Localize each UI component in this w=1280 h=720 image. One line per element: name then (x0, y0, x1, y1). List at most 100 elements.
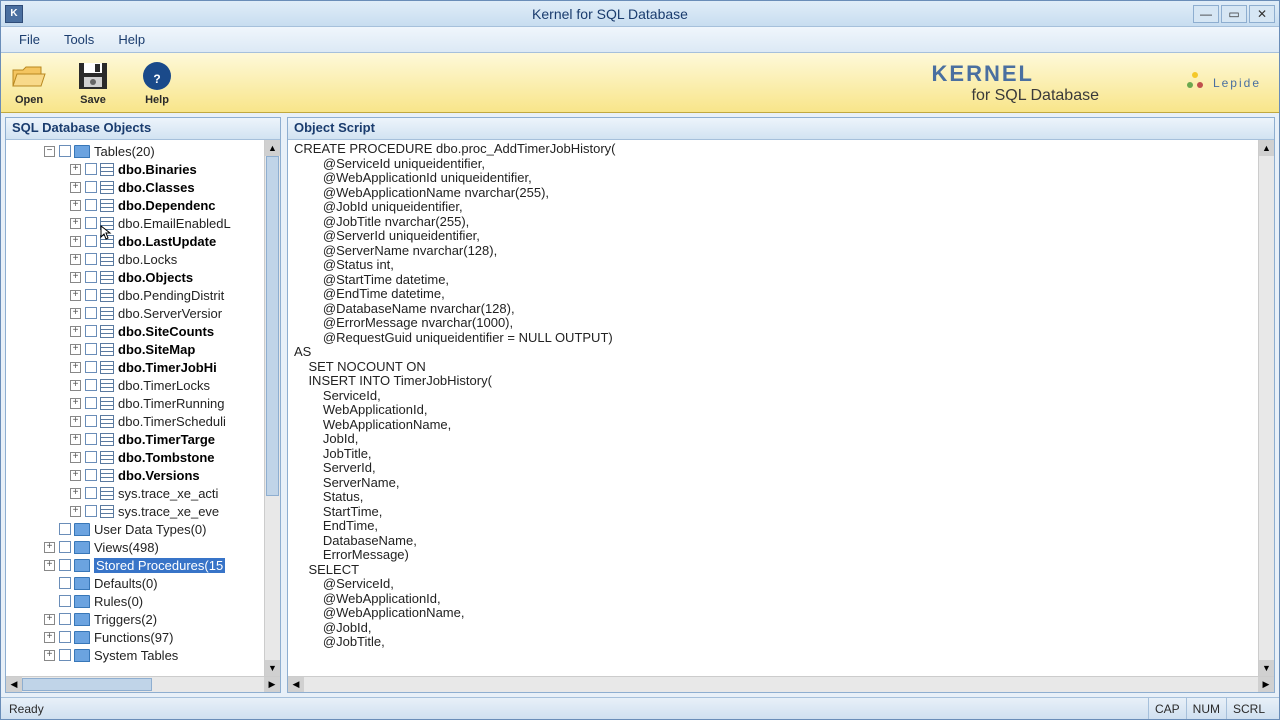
tree-node[interactable]: +dbo.TimerRunning (6, 394, 264, 412)
checkbox[interactable] (85, 397, 97, 409)
tree-node[interactable]: Rules(0) (6, 592, 264, 610)
expand-icon[interactable]: + (70, 200, 81, 211)
checkbox[interactable] (85, 199, 97, 211)
expand-icon[interactable]: + (70, 470, 81, 481)
tree-horizontal-scrollbar[interactable]: ◀ ▶ (6, 676, 280, 692)
tree-node[interactable]: +dbo.TimerJobHi (6, 358, 264, 376)
tree-vertical-scrollbar[interactable]: ▲ ▼ (264, 140, 280, 676)
script-text[interactable]: CREATE PROCEDURE dbo.proc_AddTimerJobHis… (288, 140, 1258, 676)
tree-node[interactable]: +dbo.SiteCounts (6, 322, 264, 340)
checkbox[interactable] (59, 559, 71, 571)
checkbox[interactable] (59, 613, 71, 625)
expand-icon[interactable]: + (44, 614, 55, 625)
expand-icon[interactable]: + (44, 560, 55, 571)
tree-node[interactable]: +dbo.EmailEnabledL (6, 214, 264, 232)
expand-icon[interactable]: + (70, 416, 81, 427)
maximize-button[interactable]: ▭ (1221, 5, 1247, 23)
expand-icon[interactable]: + (44, 650, 55, 661)
scroll-right-icon[interactable]: ▶ (1258, 677, 1274, 692)
checkbox[interactable] (85, 163, 97, 175)
checkbox[interactable] (59, 577, 71, 589)
checkbox[interactable] (85, 325, 97, 337)
scroll-right-icon[interactable]: ▶ (264, 677, 280, 692)
checkbox[interactable] (59, 541, 71, 553)
tree-node[interactable]: +dbo.Classes (6, 178, 264, 196)
checkbox[interactable] (59, 595, 71, 607)
tree-node[interactable]: +dbo.Dependenc (6, 196, 264, 214)
checkbox[interactable] (59, 649, 71, 661)
tree-view[interactable]: −Tables(20)+dbo.Binaries+dbo.Classes+dbo… (6, 140, 264, 676)
checkbox[interactable] (85, 343, 97, 355)
tree-node[interactable]: +sys.trace_xe_acti (6, 484, 264, 502)
help-button[interactable]: ? Help (139, 60, 175, 106)
checkbox[interactable] (85, 253, 97, 265)
scroll-up-icon[interactable]: ▲ (265, 140, 280, 156)
tree-node[interactable]: +Views(498) (6, 538, 264, 556)
menu-tools[interactable]: Tools (54, 29, 104, 50)
checkbox[interactable] (85, 469, 97, 481)
checkbox[interactable] (85, 361, 97, 373)
tree-node[interactable]: +Triggers(2) (6, 610, 264, 628)
tree-node[interactable]: User Data Types(0) (6, 520, 264, 538)
expand-icon[interactable]: + (70, 326, 81, 337)
checkbox[interactable] (85, 271, 97, 283)
save-button[interactable]: Save (75, 60, 111, 106)
menu-help[interactable]: Help (108, 29, 155, 50)
expand-icon[interactable]: + (70, 380, 81, 391)
expand-icon[interactable]: + (70, 452, 81, 463)
tree-node[interactable]: +dbo.Versions (6, 466, 264, 484)
tree-node[interactable]: +dbo.Tombstone (6, 448, 264, 466)
scroll-thumb[interactable] (266, 156, 279, 496)
expand-icon[interactable]: + (70, 218, 81, 229)
tree-node[interactable]: +System Tables (6, 646, 264, 664)
expand-icon[interactable]: + (70, 164, 81, 175)
expand-icon[interactable]: + (70, 182, 81, 193)
open-button[interactable]: Open (11, 60, 47, 106)
checkbox[interactable] (85, 415, 97, 427)
expand-icon[interactable]: + (70, 344, 81, 355)
tree-node[interactable]: +dbo.PendingDistrit (6, 286, 264, 304)
expand-icon[interactable]: + (44, 632, 55, 643)
tree-node[interactable]: +dbo.TimerScheduli (6, 412, 264, 430)
collapse-icon[interactable]: − (44, 146, 55, 157)
checkbox[interactable] (85, 505, 97, 517)
expand-icon[interactable]: + (70, 254, 81, 265)
tree-node[interactable]: +dbo.Binaries (6, 160, 264, 178)
tree-node[interactable]: +dbo.SiteMap (6, 340, 264, 358)
checkbox[interactable] (85, 217, 97, 229)
expand-icon[interactable]: + (70, 290, 81, 301)
checkbox[interactable] (85, 451, 97, 463)
expand-icon[interactable]: + (70, 434, 81, 445)
expand-icon[interactable]: + (70, 272, 81, 283)
close-button[interactable]: ✕ (1249, 5, 1275, 23)
tree-node[interactable]: Defaults(0) (6, 574, 264, 592)
tree-node[interactable]: +dbo.Locks (6, 250, 264, 268)
expand-icon[interactable]: + (70, 362, 81, 373)
tree-node[interactable]: +dbo.TimerLocks (6, 376, 264, 394)
checkbox[interactable] (85, 307, 97, 319)
checkbox[interactable] (59, 145, 71, 157)
script-vertical-scrollbar[interactable]: ▲ ▼ (1258, 140, 1274, 676)
expand-icon[interactable]: + (70, 236, 81, 247)
tree-node[interactable]: +sys.trace_xe_eve (6, 502, 264, 520)
checkbox[interactable] (85, 235, 97, 247)
expand-icon[interactable]: + (44, 542, 55, 553)
scroll-thumb-h[interactable] (22, 678, 152, 691)
tree-node[interactable]: +Functions(97) (6, 628, 264, 646)
expand-icon[interactable]: + (70, 506, 81, 517)
scroll-up-icon[interactable]: ▲ (1259, 140, 1274, 156)
tree-node[interactable]: +dbo.TimerTarge (6, 430, 264, 448)
scroll-left-icon[interactable]: ◀ (6, 677, 22, 692)
checkbox[interactable] (85, 289, 97, 301)
checkbox[interactable] (59, 631, 71, 643)
checkbox[interactable] (85, 181, 97, 193)
expand-icon[interactable]: + (70, 488, 81, 499)
scroll-left-icon[interactable]: ◀ (288, 677, 304, 692)
checkbox[interactable] (85, 433, 97, 445)
tree-node[interactable]: +dbo.LastUpdate (6, 232, 264, 250)
tree-node[interactable]: +Stored Procedures(15 (6, 556, 264, 574)
tree-node[interactable]: −Tables(20) (6, 142, 264, 160)
menu-file[interactable]: File (9, 29, 50, 50)
checkbox[interactable] (85, 487, 97, 499)
checkbox[interactable] (59, 523, 71, 535)
